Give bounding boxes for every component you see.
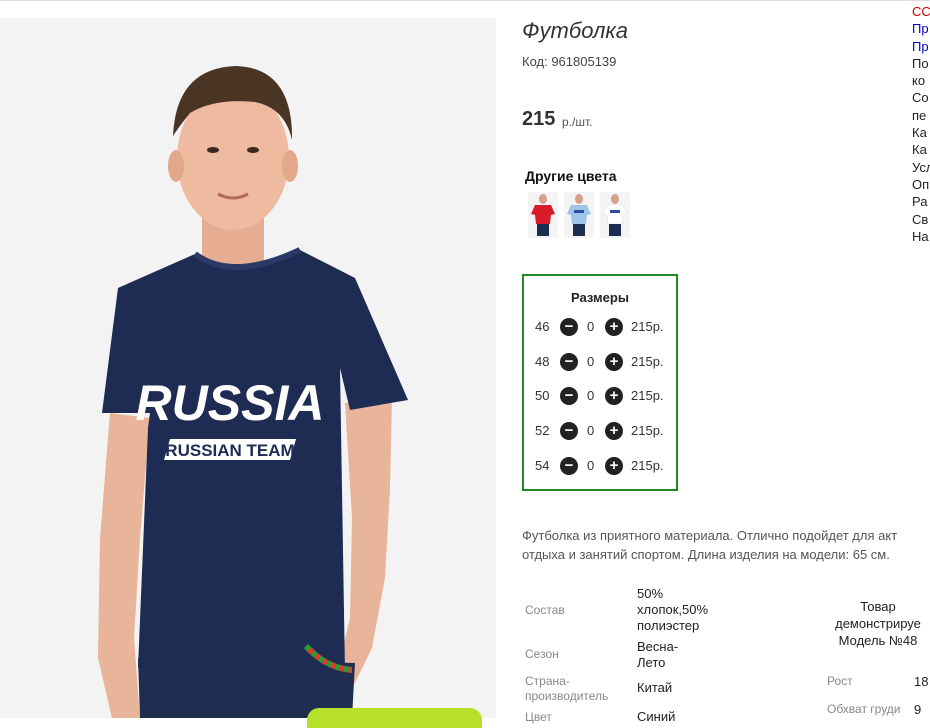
side-nav-item[interactable]: ко bbox=[912, 72, 930, 89]
size-label: 46 bbox=[535, 319, 550, 334]
product-price: 215 bbox=[522, 108, 556, 130]
size-label: 48 bbox=[535, 354, 550, 369]
size-row-50: 50 − 0 + 215р. bbox=[524, 386, 676, 406]
model-height-value: 18 bbox=[914, 674, 929, 689]
model-note-line: демонстрируе bbox=[835, 616, 921, 631]
spec-composition-value: 50% хлопок,50% полиэстер bbox=[637, 586, 709, 633]
shirt-print-team: RUSSIAN TEAM bbox=[165, 441, 294, 460]
minus-circle-icon[interactable]: − bbox=[560, 318, 578, 336]
plus-circle-icon[interactable]: + bbox=[605, 422, 623, 440]
sizes-title: Размеры bbox=[571, 290, 629, 305]
model-note-line: Товар bbox=[860, 599, 896, 614]
size-price: 215р. bbox=[631, 423, 664, 438]
side-nav-item[interactable]: Усл bbox=[912, 159, 930, 176]
size-label: 50 bbox=[535, 388, 550, 403]
model-height-label: Рост bbox=[827, 674, 853, 688]
top-divider bbox=[0, 0, 930, 1]
spec-season-value: Весна-Лето bbox=[637, 639, 679, 670]
quantity-value: 0 bbox=[587, 458, 595, 473]
side-nav-item[interactable]: пе bbox=[912, 107, 930, 124]
model-note: Товар демонстрируе Модель №48 bbox=[828, 598, 928, 649]
side-nav-item[interactable]: Со bbox=[912, 89, 930, 106]
model-chest-label: Обхват груди bbox=[827, 702, 901, 716]
description-line-2: отдыха и занятий спортом. Длина изделия … bbox=[522, 547, 890, 562]
size-row-52: 52 − 0 + 215р. bbox=[524, 421, 676, 441]
product-photo[interactable]: RUSSIA RUSSIAN TEAM bbox=[0, 18, 496, 718]
size-price: 215р. bbox=[631, 354, 664, 369]
side-nav-item[interactable]: Пр bbox=[912, 38, 930, 55]
quantity-value: 0 bbox=[587, 388, 595, 403]
size-price: 215р. bbox=[631, 319, 664, 334]
side-nav-item[interactable]: По bbox=[912, 55, 930, 72]
side-nav-item[interactable]: Ка bbox=[912, 141, 930, 158]
plus-circle-icon[interactable]: + bbox=[605, 457, 623, 475]
product-description: Футболка из приятного материала. Отлично… bbox=[522, 526, 930, 564]
size-price: 215р. bbox=[631, 388, 664, 403]
other-colors-title: Другие цвета bbox=[525, 168, 617, 184]
plus-circle-icon[interactable]: + bbox=[605, 353, 623, 371]
product-title: Футболка bbox=[522, 18, 628, 43]
spec-color-value: Синий bbox=[637, 709, 676, 724]
spec-season-label: Сезон bbox=[525, 647, 559, 661]
model-note-line: Модель №48 bbox=[838, 633, 918, 648]
model-chest-value: 9 bbox=[914, 702, 922, 717]
side-nav-item[interactable]: Св bbox=[912, 211, 930, 228]
side-nav-item[interactable]: СС bbox=[912, 3, 930, 20]
add-to-cart-button[interactable] bbox=[307, 708, 482, 728]
side-nav-item[interactable]: Оп bbox=[912, 176, 930, 193]
description-line-1: Футболка из приятного материала. Отлично… bbox=[522, 528, 898, 543]
product-code: Код: 961805139 bbox=[522, 54, 617, 69]
size-label: 52 bbox=[535, 423, 550, 438]
spec-country-value: Китай bbox=[637, 680, 673, 695]
size-label: 54 bbox=[535, 458, 550, 473]
minus-circle-icon[interactable]: − bbox=[560, 422, 578, 440]
sizes-panel: Размеры 46 − 0 + 215р. 48 − 0 + 215р. 50… bbox=[522, 274, 678, 491]
quantity-value: 0 bbox=[587, 319, 595, 334]
red-shirt-thumb[interactable] bbox=[528, 192, 558, 238]
quantity-value: 0 bbox=[587, 423, 595, 438]
plus-circle-icon[interactable]: + bbox=[605, 318, 623, 336]
spec-composition-label: Состав bbox=[525, 603, 565, 617]
side-nav-item[interactable]: Ка bbox=[912, 124, 930, 141]
white-shirt-thumb[interactable] bbox=[600, 192, 630, 238]
minus-circle-icon[interactable]: − bbox=[560, 457, 578, 475]
size-row-54: 54 − 0 + 215р. bbox=[524, 456, 676, 476]
plus-circle-icon[interactable]: + bbox=[605, 387, 623, 405]
quantity-value: 0 bbox=[587, 354, 595, 369]
side-nav-item[interactable]: Ра bbox=[912, 193, 930, 210]
size-price: 215р. bbox=[631, 458, 664, 473]
spec-country-label: Страна-производитель bbox=[525, 674, 609, 703]
shirt-print-russia: RUSSIA bbox=[136, 375, 325, 431]
size-row-46: 46 − 0 + 215р. bbox=[524, 317, 676, 337]
side-nav-item[interactable]: На bbox=[912, 228, 930, 245]
side-nav: СС Пр Пр По ко Со пе Ка Ка Усл Оп Ра Св … bbox=[912, 3, 930, 245]
minus-circle-icon[interactable]: − bbox=[560, 387, 578, 405]
side-nav-item[interactable]: Пр bbox=[912, 20, 930, 37]
minus-circle-icon[interactable]: − bbox=[560, 353, 578, 371]
lightblue-shirt-thumb[interactable] bbox=[564, 192, 594, 238]
size-row-48: 48 − 0 + 215р. bbox=[524, 352, 676, 372]
price-unit: р./шт. bbox=[562, 115, 593, 129]
